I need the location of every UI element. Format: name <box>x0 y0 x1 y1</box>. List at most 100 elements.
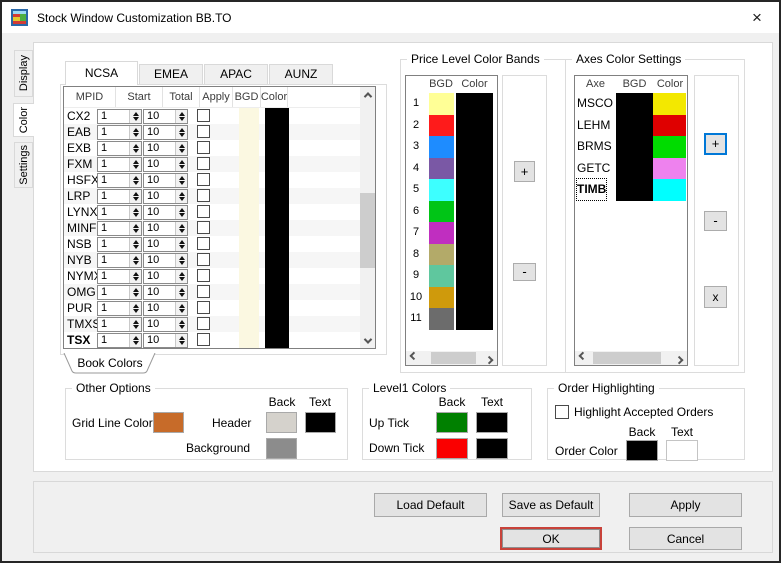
spinner-arrows-icon[interactable] <box>175 302 187 315</box>
color-swatch[interactable] <box>456 179 493 201</box>
order-back-swatch[interactable] <box>626 440 658 461</box>
bgd-swatch[interactable] <box>429 286 454 308</box>
remove-axe-button[interactable]: - <box>704 211 727 231</box>
tab-book-colors[interactable]: Book Colors <box>62 352 158 375</box>
color-swatch[interactable] <box>265 156 289 172</box>
color-swatch[interactable] <box>456 157 493 179</box>
apply-checkbox[interactable] <box>197 141 210 154</box>
color-swatch[interactable] <box>265 188 289 204</box>
apply-checkbox[interactable] <box>197 301 210 314</box>
bgd-swatch[interactable] <box>239 284 259 300</box>
scroll-right-icon[interactable] <box>673 351 687 365</box>
color-swatch[interactable] <box>456 200 493 222</box>
apply-checkbox[interactable] <box>197 125 210 138</box>
spinner-arrows-icon[interactable] <box>129 174 141 187</box>
scrollbar-thumb[interactable] <box>431 352 476 364</box>
color-swatch[interactable] <box>265 220 289 236</box>
spinner-arrows-icon[interactable] <box>175 286 187 299</box>
color-swatch[interactable] <box>265 284 289 300</box>
start-spinner[interactable]: 1 <box>97 237 142 252</box>
tab-ncsa[interactable]: NCSA <box>65 61 138 85</box>
apply-checkbox[interactable] <box>197 333 210 346</box>
apply-checkbox[interactable] <box>197 205 210 218</box>
apply-checkbox[interactable] <box>197 285 210 298</box>
start-spinner[interactable]: 1 <box>97 109 142 124</box>
total-spinner[interactable]: 10 <box>143 141 188 156</box>
start-spinner[interactable]: 1 <box>97 125 142 140</box>
bgd-swatch[interactable] <box>616 114 653 136</box>
total-spinner[interactable]: 10 <box>143 109 188 124</box>
scrollbar-thumb[interactable] <box>360 193 375 268</box>
color-swatch[interactable] <box>265 268 289 284</box>
color-swatch[interactable] <box>265 204 289 220</box>
color-swatch[interactable] <box>456 286 493 308</box>
spinner-arrows-icon[interactable] <box>175 142 187 155</box>
tab-emea[interactable]: EMEA <box>139 64 203 85</box>
spinner-arrows-icon[interactable] <box>129 126 141 139</box>
tab-apac[interactable]: APAC <box>204 64 268 85</box>
color-swatch[interactable] <box>653 157 686 179</box>
spinner-arrows-icon[interactable] <box>175 190 187 203</box>
bgd-swatch[interactable] <box>616 157 653 179</box>
color-swatch[interactable] <box>265 300 289 316</box>
bgd-swatch[interactable] <box>429 265 454 287</box>
color-swatch[interactable] <box>265 332 289 348</box>
bgd-swatch[interactable] <box>429 157 454 179</box>
total-spinner[interactable]: 10 <box>143 285 188 300</box>
spinner-arrows-icon[interactable] <box>175 318 187 331</box>
bgd-swatch[interactable] <box>616 93 653 115</box>
spinner-arrows-icon[interactable] <box>129 302 141 315</box>
spinner-arrows-icon[interactable] <box>175 270 187 283</box>
spinner-arrows-icon[interactable] <box>129 254 141 267</box>
bgd-swatch[interactable] <box>239 300 259 316</box>
bgd-swatch[interactable] <box>616 136 653 158</box>
spinner-arrows-icon[interactable] <box>175 254 187 267</box>
total-spinner[interactable]: 10 <box>143 173 188 188</box>
add-band-button[interactable]: + <box>514 161 535 182</box>
start-spinner[interactable]: 1 <box>97 301 142 316</box>
horizontal-scrollbar[interactable] <box>406 351 497 365</box>
close-icon[interactable]: × <box>741 2 773 33</box>
color-swatch[interactable] <box>456 222 493 244</box>
up-tick-back-swatch[interactable] <box>436 412 468 433</box>
start-spinner[interactable]: 1 <box>97 221 142 236</box>
apply-checkbox[interactable] <box>197 173 210 186</box>
bgd-swatch[interactable] <box>239 124 259 140</box>
scroll-up-icon[interactable] <box>360 87 375 102</box>
apply-checkbox[interactable] <box>197 253 210 266</box>
color-swatch[interactable] <box>265 124 289 140</box>
spinner-arrows-icon[interactable] <box>129 110 141 123</box>
bgd-swatch[interactable] <box>429 222 454 244</box>
grid-line-color-swatch[interactable] <box>153 412 184 433</box>
spinner-arrows-icon[interactable] <box>129 190 141 203</box>
total-spinner[interactable]: 10 <box>143 221 188 236</box>
total-spinner[interactable]: 10 <box>143 125 188 140</box>
color-swatch[interactable] <box>456 136 493 158</box>
spinner-arrows-icon[interactable] <box>175 158 187 171</box>
scroll-right-icon[interactable] <box>483 351 497 365</box>
down-tick-back-swatch[interactable] <box>436 438 468 459</box>
apply-checkbox[interactable] <box>197 189 210 202</box>
start-spinner[interactable]: 1 <box>97 141 142 156</box>
bgd-swatch[interactable] <box>239 268 259 284</box>
bgd-swatch[interactable] <box>239 316 259 332</box>
down-tick-text-swatch[interactable] <box>476 438 508 459</box>
spinner-arrows-icon[interactable] <box>175 126 187 139</box>
spinner-arrows-icon[interactable] <box>129 318 141 331</box>
total-spinner[interactable]: 10 <box>143 333 188 348</box>
bgd-swatch[interactable] <box>429 114 454 136</box>
spinner-arrows-icon[interactable] <box>175 238 187 251</box>
total-spinner[interactable]: 10 <box>143 269 188 284</box>
start-spinner[interactable]: 1 <box>97 333 142 348</box>
bgd-swatch[interactable] <box>239 236 259 252</box>
apply-checkbox[interactable] <box>197 221 210 234</box>
total-spinner[interactable]: 10 <box>143 157 188 172</box>
start-spinner[interactable]: 1 <box>97 317 142 332</box>
color-swatch[interactable] <box>653 136 686 158</box>
spinner-arrows-icon[interactable] <box>129 142 141 155</box>
color-swatch[interactable] <box>653 179 686 201</box>
axe-label[interactable]: TIMB <box>575 178 608 201</box>
total-spinner[interactable]: 10 <box>143 189 188 204</box>
total-spinner[interactable]: 10 <box>143 253 188 268</box>
spinner-arrows-icon[interactable] <box>129 222 141 235</box>
